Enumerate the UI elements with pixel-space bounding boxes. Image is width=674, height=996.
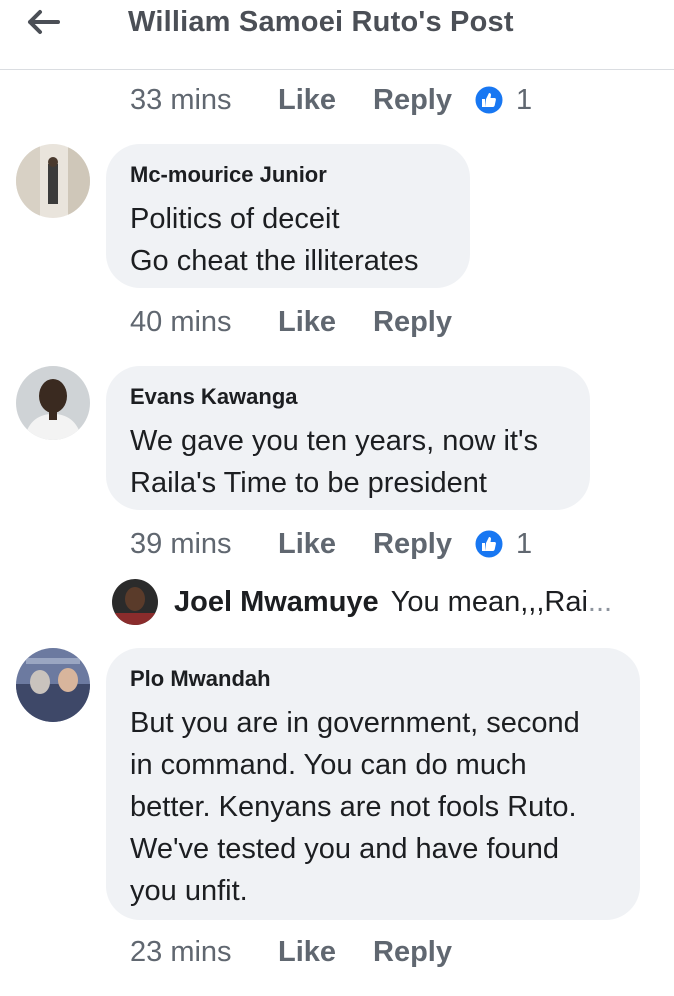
- reply-button[interactable]: Reply: [373, 84, 452, 117]
- avatar[interactable]: [16, 648, 90, 722]
- back-arrow-icon[interactable]: [26, 8, 62, 36]
- reply-preview[interactable]: Joel Mwamuye You mean,,,Rai ...: [112, 578, 612, 626]
- avatar[interactable]: [112, 579, 158, 625]
- comment-time[interactable]: 23 mins: [130, 936, 278, 969]
- reply-text: You mean,,,Rai: [390, 585, 588, 618]
- like-reaction-icon: [474, 85, 504, 115]
- comment-actions: 33 mins Like Reply 1: [130, 80, 532, 120]
- comment-author[interactable]: Plo Mwandah: [130, 668, 616, 690]
- like-reaction-icon: [474, 529, 504, 559]
- page-title: William Samoei Ruto's Post: [128, 6, 514, 38]
- comment-actions: 23 mins Like Reply: [130, 932, 474, 972]
- comment-text: Politics of deceit Go cheat the illitera…: [130, 203, 419, 277]
- post-header: William Samoei Ruto's Post: [0, 0, 674, 70]
- reaction-count[interactable]: 1: [516, 528, 532, 561]
- reply-author[interactable]: Joel Mwamuye: [174, 586, 379, 619]
- avatar[interactable]: [16, 144, 90, 218]
- comment-text: But you are in government, second in com…: [130, 707, 580, 907]
- comment-author[interactable]: Mc-mourice Junior: [130, 164, 446, 186]
- comment-author[interactable]: Evans Kawanga: [130, 386, 566, 408]
- like-button[interactable]: Like: [278, 306, 373, 339]
- comment-time[interactable]: 40 mins: [130, 306, 278, 339]
- comment-text: We gave you ten years, now it's Raila's …: [130, 425, 538, 499]
- avatar[interactable]: [16, 366, 90, 440]
- reaction-count[interactable]: 1: [516, 84, 532, 117]
- comment-bubble: Plo Mwandah But you are in government, s…: [106, 648, 640, 920]
- like-button[interactable]: Like: [278, 936, 373, 969]
- comment-bubble: Evans Kawanga We gave you ten years, now…: [106, 366, 590, 510]
- comment-time[interactable]: 33 mins: [130, 84, 278, 117]
- comment-bubble: Mc-mourice Junior Politics of deceit Go …: [106, 144, 470, 288]
- ellipsis: ...: [587, 585, 613, 618]
- like-button[interactable]: Like: [278, 528, 373, 561]
- comment-time[interactable]: 39 mins: [130, 528, 278, 561]
- reply-button[interactable]: Reply: [373, 306, 452, 339]
- comment-actions: 40 mins Like Reply: [130, 302, 474, 342]
- reply-button[interactable]: Reply: [373, 936, 452, 969]
- reply-button[interactable]: Reply: [373, 528, 452, 561]
- comment-actions: 39 mins Like Reply 1: [130, 524, 532, 564]
- like-button[interactable]: Like: [278, 84, 373, 117]
